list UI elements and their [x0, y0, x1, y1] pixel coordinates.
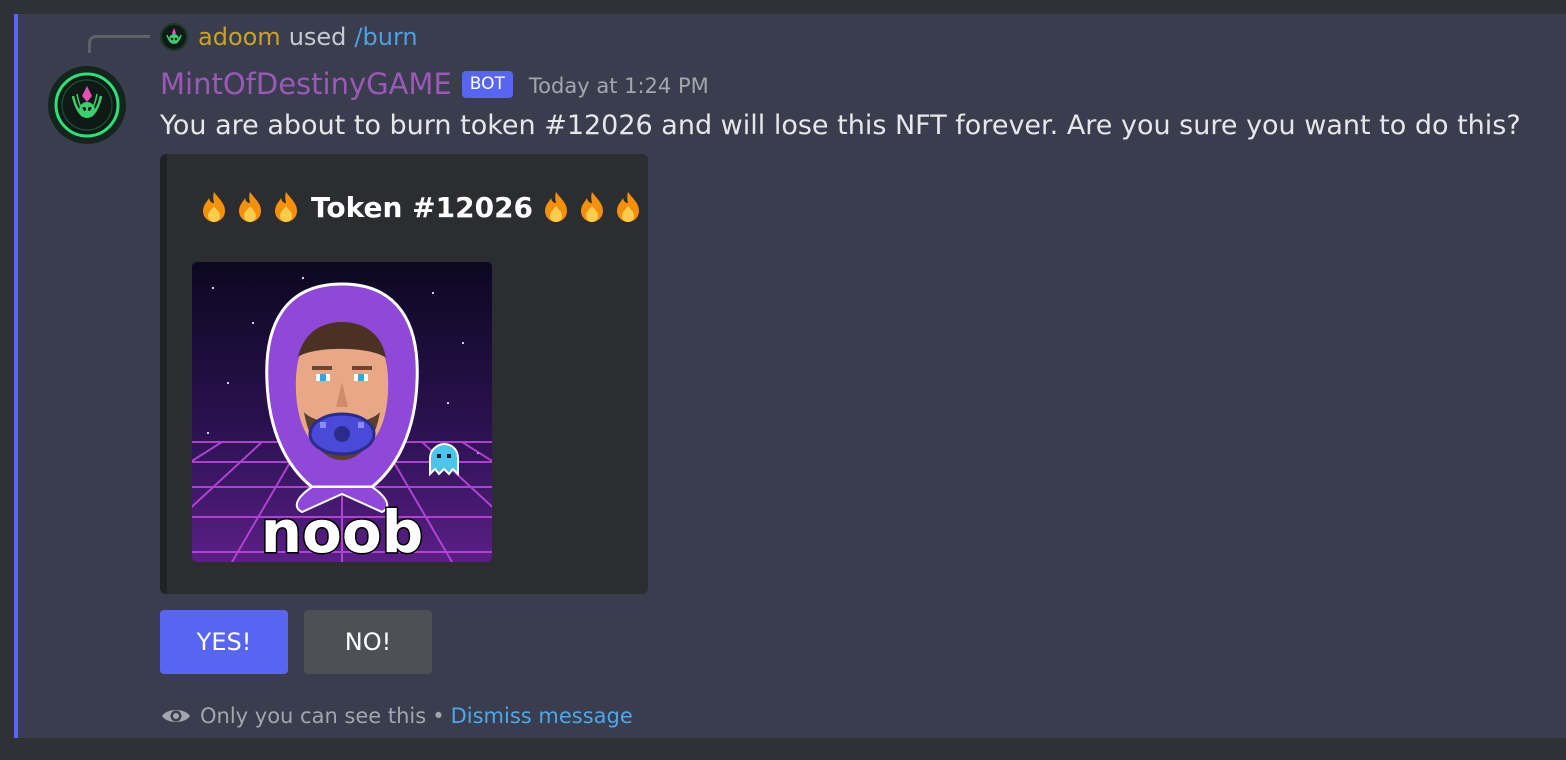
nft-image[interactable]: noob	[192, 262, 492, 562]
fire-icon	[617, 192, 640, 222]
reply-command[interactable]: /burn	[354, 23, 417, 51]
nft-artwork: noob	[192, 262, 492, 562]
bot-badge: BOT	[461, 70, 513, 98]
fire-icon	[275, 192, 297, 222]
fire-icon	[581, 192, 604, 222]
embed-title-row: Token #12026	[191, 190, 653, 224]
ephemeral-notice: Only you can see this • Dismiss message	[160, 702, 633, 730]
message-header: MintOfDestinyGAME BOT Today at 1:24 PM	[160, 66, 709, 102]
skull-icon	[166, 28, 182, 44]
flame-icons-left	[197, 190, 305, 224]
fire-icon	[203, 192, 225, 222]
eye-icon	[162, 710, 190, 722]
flame-icons-right	[539, 190, 647, 224]
reply-used-text: used	[288, 23, 347, 51]
bot-avatar[interactable]	[48, 66, 126, 144]
yes-button[interactable]: YES!	[160, 610, 288, 674]
reply-username[interactable]: adoom	[198, 23, 281, 51]
no-button[interactable]: NO!	[304, 610, 432, 674]
fire-icon	[239, 192, 261, 222]
separator-dot: •	[432, 704, 445, 728]
token-embed: Token #12026 noob	[160, 154, 648, 594]
reply-connector	[88, 35, 150, 53]
visibility-text: Only you can see this	[200, 704, 427, 728]
fire-icon	[545, 192, 568, 222]
nft-caption: noob	[261, 498, 424, 562]
embed-title: Token #12026	[311, 190, 534, 224]
message-content: You are about to burn token #12026 and w…	[160, 110, 1521, 141]
command-reply-context[interactable]: adoom used /burn	[160, 22, 418, 52]
chat-background: adoom used /burn MintOfDestinyGAME BOT T…	[0, 0, 1566, 760]
reply-user-avatar[interactable]	[160, 23, 188, 51]
bot-message: adoom used /burn MintOfDestinyGAME BOT T…	[14, 14, 1566, 738]
author-name[interactable]: MintOfDestinyGAME	[160, 67, 452, 101]
message-timestamp[interactable]: Today at 1:24 PM	[529, 74, 709, 98]
dismiss-message-link[interactable]: Dismiss message	[451, 704, 633, 728]
mint-of-destiny-logo-icon	[54, 72, 120, 138]
